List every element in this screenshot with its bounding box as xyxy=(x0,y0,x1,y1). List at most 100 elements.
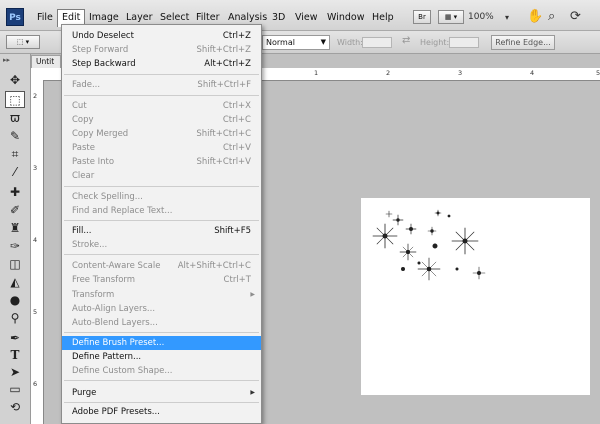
menu-filter[interactable]: Filter xyxy=(196,12,220,23)
sparkle-star xyxy=(399,243,417,261)
menu-item-label: Step Forward xyxy=(72,45,129,55)
lasso-tool-icon[interactable]: ϖ xyxy=(5,110,25,127)
style-select[interactable]: Normal ▼ xyxy=(262,35,330,50)
sparkle-star xyxy=(372,223,398,249)
menu-item-label: Check Spelling... xyxy=(72,192,143,202)
menu-item-label: Adobe PDF Presets... xyxy=(72,407,160,417)
menu-separator xyxy=(64,95,259,96)
ruler-number: 1 xyxy=(314,69,319,77)
menu-item-label: Auto-Blend Layers... xyxy=(72,318,158,328)
rectangle-tool-icon[interactable]: ▭ xyxy=(5,381,25,398)
pen-tool-icon[interactable]: ✒ xyxy=(5,330,25,347)
history-brush-tool-icon[interactable]: ✑ xyxy=(5,238,25,255)
menu-item-label: Find and Replace Text... xyxy=(72,206,173,216)
healing-brush-tool-icon[interactable]: ✚ xyxy=(5,184,25,201)
menu-item-label: Copy Merged xyxy=(72,129,129,139)
menu-separator xyxy=(64,380,259,381)
menu-item-copy-merged[interactable]: Copy Merged Shift+Ctrl+C xyxy=(62,127,261,141)
blur-tool-icon[interactable]: ● xyxy=(5,292,25,309)
brush-tool-icon[interactable]: ✐ xyxy=(5,202,25,219)
path-selection-tool-icon[interactable]: ➤ xyxy=(5,364,25,381)
menu-item-adobe-pdf-presets[interactable]: Adobe PDF Presets... xyxy=(62,405,261,419)
zoom-dropdown-icon[interactable]: ▾ xyxy=(505,13,509,22)
menu-item-define-custom-shape[interactable]: Define Custom Shape... xyxy=(62,364,261,378)
menu-item-step-forward[interactable]: Step Forward Shift+Ctrl+Z xyxy=(62,43,261,57)
menu-item-define-brush-preset[interactable]: Define Brush Preset... xyxy=(62,336,261,350)
menu-item-shortcut: Ctrl+T xyxy=(223,275,251,285)
menu-item-check-spelling[interactable]: Check Spelling... xyxy=(62,190,261,204)
menu-item-label: Fill... xyxy=(72,226,92,236)
menu-item-cut[interactable]: Cut Ctrl+X xyxy=(62,99,261,113)
menu-item-purge[interactable]: Purge ▶ xyxy=(62,386,261,400)
sparkle-star xyxy=(451,227,479,255)
menu-item-auto-blend-layers[interactable]: Auto-Blend Layers... xyxy=(62,316,261,330)
crop-tool-icon[interactable]: ⌗ xyxy=(5,146,25,163)
dodge-tool-icon[interactable]: ⚲ xyxy=(5,310,25,327)
ruler-number: 3 xyxy=(33,164,38,172)
menu-item-shortcut: Alt+Shift+Ctrl+C xyxy=(177,261,251,271)
rotate-view-icon[interactable]: ⟳ xyxy=(570,9,581,24)
menu-file[interactable]: File xyxy=(37,12,53,23)
menu-item-clear[interactable]: Clear xyxy=(62,169,261,183)
sparkle-star xyxy=(385,210,393,218)
zoom-tool-icon[interactable]: ⌕ xyxy=(548,9,555,24)
menu-item-step-backward[interactable]: Step Backward Alt+Ctrl+Z xyxy=(62,57,261,71)
menu-item-paste[interactable]: Paste Ctrl+V xyxy=(62,141,261,155)
swap-dimensions-icon[interactable]: ⇄ xyxy=(402,35,410,46)
menu-item-label: Stroke... xyxy=(72,240,108,250)
sparkle-star xyxy=(432,243,438,249)
panel-collapse-icon[interactable]: ▸▸ xyxy=(3,56,10,64)
menu-item-fade[interactable]: Fade... Shift+Ctrl+F xyxy=(62,78,261,92)
launch-bridge-button[interactable]: Br xyxy=(413,10,431,24)
menu-item-copy[interactable]: Copy Ctrl+C xyxy=(62,113,261,127)
menu-image[interactable]: Image xyxy=(89,12,119,23)
menu-item-label: Transform xyxy=(72,290,115,300)
3d-rotate-tool-icon[interactable]: ⟲ xyxy=(5,399,25,416)
menu-view[interactable]: View xyxy=(295,12,318,23)
menu-item-transform[interactable]: Transform ▶ xyxy=(62,288,261,302)
menu-item-label: Copy xyxy=(72,115,94,125)
menu-item-shortcut: Ctrl+Z xyxy=(222,31,251,41)
menu-window[interactable]: Window xyxy=(327,12,364,23)
menu-select[interactable]: Select xyxy=(160,12,189,23)
menu-separator xyxy=(64,254,259,255)
submenu-arrow-icon: ▶ xyxy=(250,291,255,298)
menu-item-auto-align-layers[interactable]: Auto-Align Layers... xyxy=(62,302,261,316)
menu-item-paste-into[interactable]: Paste Into Shift+Ctrl+V xyxy=(62,155,261,169)
paint-bucket-tool-icon[interactable]: ◭ xyxy=(5,274,25,291)
hand-tool-icon[interactable]: ✋ xyxy=(527,9,543,24)
width-field[interactable] xyxy=(362,37,392,48)
eraser-tool-icon[interactable]: ◫ xyxy=(5,256,25,273)
menu-item-stroke[interactable]: Stroke... xyxy=(62,238,261,252)
quick-selection-tool-icon[interactable]: ✎ xyxy=(5,128,25,145)
menu-item-content-aware-scale[interactable]: Content-Aware Scale Alt+Shift+Ctrl+C xyxy=(62,259,261,273)
menu-item-label: Purge xyxy=(72,388,97,398)
menu-layer[interactable]: Layer xyxy=(126,12,153,23)
menu-item-label: Free Transform xyxy=(72,275,136,285)
menu-item-shortcut: Shift+Ctrl+Z xyxy=(196,45,251,55)
menu-item-find-replace-text[interactable]: Find and Replace Text... xyxy=(62,204,261,218)
menu-analysis[interactable]: Analysis xyxy=(228,12,267,23)
tools-panel: ▸▸ ✥ ⬚ ϖ ✎ ⌗ ⁄ ✚ ✐ ♜ ✑ ◫ ◭ ● ⚲ ✒ T ➤ ▭ ⟲ xyxy=(0,54,31,424)
tool-preset-picker[interactable]: ⬚ ▾ xyxy=(6,35,40,49)
menu-item-undo-deselect[interactable]: Undo Deselect Ctrl+Z xyxy=(62,29,261,43)
clone-stamp-tool-icon[interactable]: ♜ xyxy=(5,220,25,237)
menu-item-label: Define Pattern... xyxy=(72,352,142,362)
menu-item-free-transform[interactable]: Free Transform Ctrl+T xyxy=(62,273,261,287)
menu-3d[interactable]: 3D xyxy=(272,12,285,23)
menu-help[interactable]: Help xyxy=(372,12,394,23)
menu-item-fill[interactable]: Fill... Shift+F5 xyxy=(62,224,261,238)
height-field[interactable] xyxy=(449,37,479,48)
sparkle-star xyxy=(401,267,405,271)
document-canvas[interactable] xyxy=(361,198,590,395)
eyedropper-tool-icon[interactable]: ⁄ xyxy=(5,164,25,181)
view-extras-button[interactable]: ▦ ▾ xyxy=(438,10,464,24)
menu-item-shortcut: Alt+Ctrl+Z xyxy=(204,59,251,69)
type-tool-icon[interactable]: T xyxy=(5,347,25,364)
document-tab[interactable]: Untit xyxy=(31,55,61,68)
move-tool-icon[interactable]: ✥ xyxy=(5,72,25,89)
refine-edge-button[interactable]: Refine Edge... xyxy=(491,35,555,50)
rectangular-marquee-tool-icon[interactable]: ⬚ xyxy=(5,91,25,108)
zoom-level[interactable]: 100% xyxy=(468,12,494,22)
menu-item-define-pattern[interactable]: Define Pattern... xyxy=(62,350,261,364)
